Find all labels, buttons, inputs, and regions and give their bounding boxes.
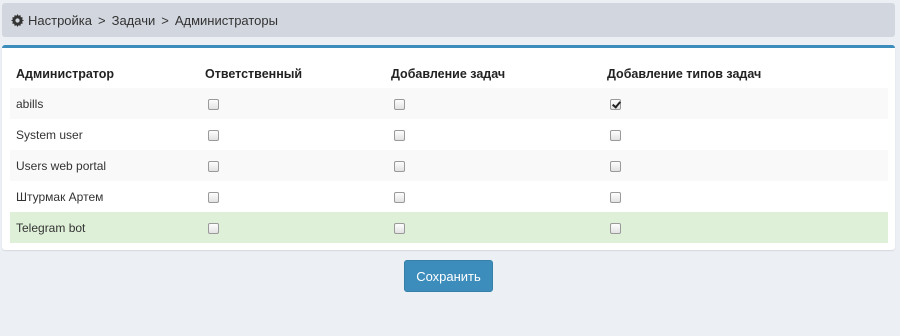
admins-table: Администратор Ответственный Добавление з…	[10, 60, 888, 243]
checkbox-cell	[385, 88, 601, 119]
table-row: Users web portal	[10, 150, 888, 181]
breadcrumb: Настройка > Задачи > Администраторы	[2, 3, 895, 37]
table-row: abills	[10, 88, 888, 119]
add-task-types-checkbox[interactable]	[610, 129, 621, 141]
checkbox-cell	[601, 119, 888, 150]
admin-name: Users web portal	[10, 150, 199, 181]
header-add-task-types: Добавление типов задач	[607, 67, 762, 81]
table-row: Штурмак Артем	[10, 181, 888, 212]
checkbox-cell	[385, 119, 601, 150]
checkbox-cell	[199, 88, 385, 119]
responsible-checkbox[interactable]	[208, 98, 219, 110]
checkbox-cell	[199, 150, 385, 181]
checkbox-cell	[601, 88, 888, 119]
responsible-checkbox[interactable]	[208, 191, 219, 203]
add-task-types-checkbox[interactable]	[610, 191, 621, 203]
breadcrumb-item-tasks[interactable]: Задачи	[112, 13, 156, 28]
checkbox-cell	[199, 181, 385, 212]
responsible-checkbox[interactable]	[208, 129, 219, 141]
admin-name: Штурмак Артем	[16, 189, 104, 204]
add-tasks-checkbox[interactable]	[394, 160, 405, 172]
admin-name: System user	[16, 127, 83, 142]
gear-icon	[11, 13, 24, 27]
header-responsible: Ответственный	[205, 67, 303, 81]
add-tasks-checkbox[interactable]	[394, 191, 405, 203]
admins-panel: Администратор Ответственный Добавление з…	[2, 45, 895, 250]
add-task-types-checkbox[interactable]	[610, 98, 621, 110]
add-tasks-checkbox[interactable]	[394, 222, 405, 234]
header-add-tasks: Добавление задач	[391, 67, 506, 81]
breadcrumb-separator: >	[98, 12, 106, 28]
add-tasks-checkbox[interactable]	[394, 129, 405, 141]
table-header-row: Администратор Ответственный Добавление з…	[10, 60, 888, 88]
checkbox-cell	[385, 150, 601, 181]
checkbox-cell	[601, 212, 888, 243]
checkbox-cell	[199, 212, 385, 243]
breadcrumb-separator: >	[161, 12, 169, 28]
add-task-types-checkbox[interactable]	[610, 160, 621, 172]
table-row: Telegram bot	[10, 212, 888, 243]
checkbox-cell	[199, 119, 385, 150]
breadcrumb-item-settings[interactable]: Настройка	[28, 13, 92, 28]
admin-name: Telegram bot	[10, 212, 199, 243]
admin-name: abills	[10, 88, 199, 119]
table-row: System user	[10, 119, 888, 150]
header-admin: Администратор	[16, 67, 115, 81]
checkbox-cell	[601, 150, 888, 181]
checkbox-cell	[601, 181, 888, 212]
breadcrumb-item-admins: Администраторы	[174, 12, 278, 28]
add-task-types-checkbox[interactable]	[610, 222, 621, 234]
add-tasks-checkbox[interactable]	[394, 98, 405, 110]
responsible-checkbox[interactable]	[208, 160, 219, 172]
checkbox-cell	[385, 181, 601, 212]
responsible-checkbox[interactable]	[208, 222, 219, 234]
checkbox-cell	[385, 212, 601, 243]
save-button[interactable]: Сохранить	[404, 260, 493, 292]
